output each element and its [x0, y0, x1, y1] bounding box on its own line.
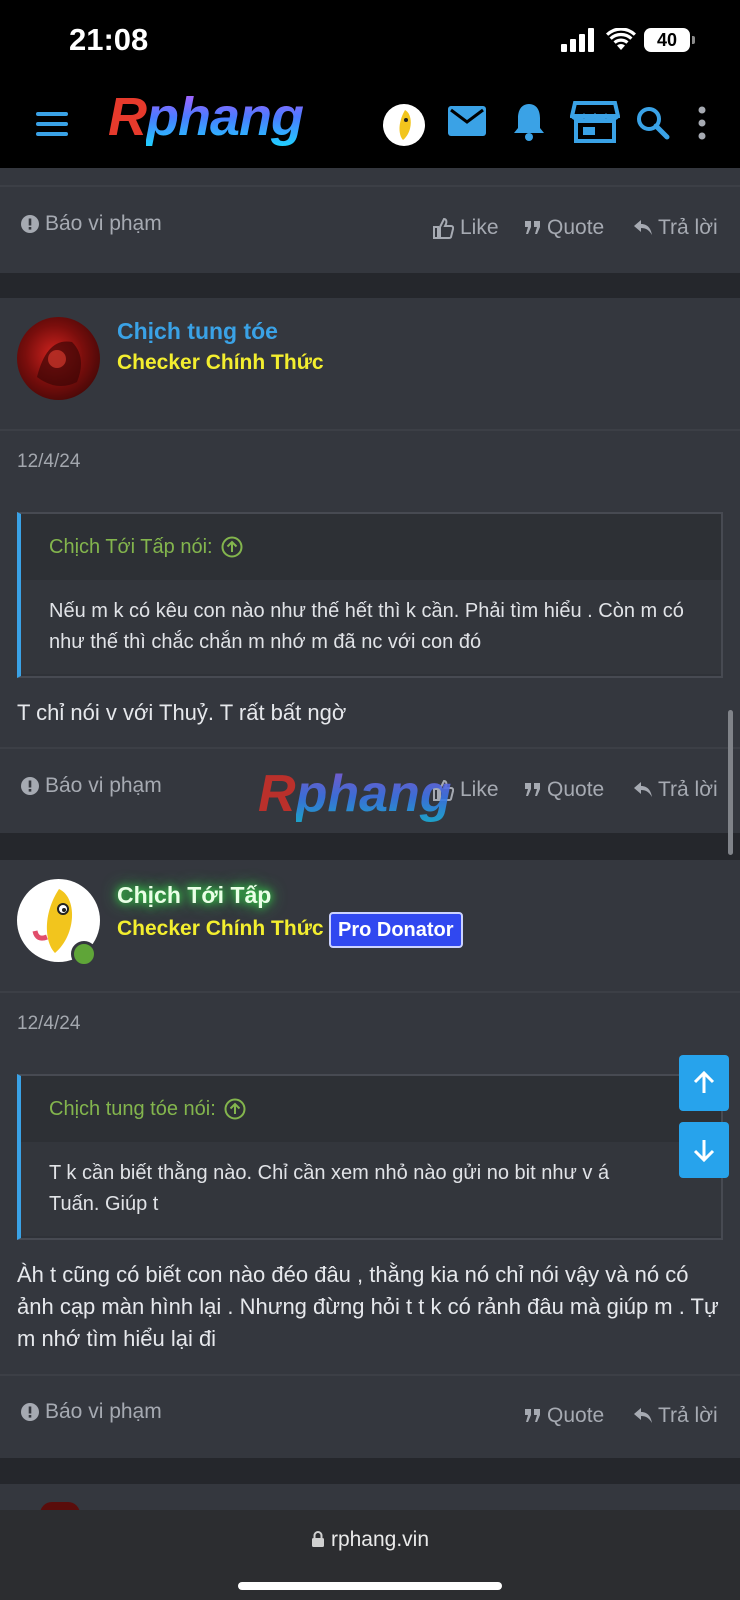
quote-label: Quote: [547, 216, 605, 239]
post-1-body: T chỉ nói v với Thuỷ. T rất bất ngờ: [17, 700, 347, 725]
post-1-quote-header[interactable]: Chịch Tới Tấp nói:: [21, 514, 721, 580]
pro-donator-badge: Pro Donator: [329, 912, 463, 948]
scroll-to-bottom-button[interactable]: [679, 1122, 729, 1178]
home-indicator[interactable]: [238, 1582, 502, 1590]
reply-label: Trả lời: [658, 216, 718, 239]
jump-to-quote-icon: [224, 1098, 246, 1120]
post-2-date[interactable]: 12/4/24: [17, 1013, 80, 1035]
divider: [0, 991, 740, 993]
watermark-logo: Rphang: [258, 765, 452, 823]
post-2-actions: Báo vi phạm Quote Trả lời: [0, 1388, 740, 1448]
post-2-body: Àh t cũng có biết con nào đéo đâu , thằn…: [17, 1262, 719, 1351]
bell-icon[interactable]: [512, 102, 546, 142]
more-options-icon[interactable]: [698, 106, 706, 140]
reply-button[interactable]: Trả lời: [634, 1404, 718, 1428]
online-status-icon: [71, 941, 97, 967]
report-button[interactable]: Báo vi phạm: [21, 774, 162, 798]
quote-icon: [525, 783, 540, 796]
report-label: Báo vi phạm: [45, 1400, 162, 1423]
quote-button[interactable]: Quote: [525, 216, 604, 240]
reply-label: Trả lời: [658, 778, 718, 801]
post-1-date[interactable]: 12/4/24: [17, 451, 80, 473]
lock-icon: [311, 1531, 324, 1547]
quote-icon: [525, 1409, 540, 1422]
post-2-quote-header[interactable]: Chịch tung tóe nói:: [21, 1076, 721, 1142]
divider: [0, 747, 740, 749]
post-actions: Báo vi phạm Like Quote Trả lời: [0, 200, 740, 260]
post-1-quote-author: Chịch Tới Tấp nói:: [49, 535, 213, 558]
post-1-user-title: Checker Chính Thức: [117, 351, 324, 374]
quote-label: Quote: [547, 778, 605, 801]
site-logo[interactable]: Rphang: [108, 90, 304, 144]
post-1-user: Chịch tung tóe Checker Chính Thức: [0, 298, 740, 430]
report-icon: [21, 777, 39, 795]
post-2-quote-author: Chịch tung tóe nói:: [49, 1097, 216, 1120]
menu-icon[interactable]: [36, 112, 68, 138]
search-icon[interactable]: [636, 106, 670, 140]
thumbs-up-icon: [433, 217, 454, 239]
post-2-user-title: Checker Chính Thức: [117, 917, 324, 940]
reply-icon: [634, 1408, 652, 1423]
post-2-username[interactable]: Chịch Tới Tấp: [117, 882, 271, 909]
store-icon[interactable]: [570, 100, 620, 144]
like-button[interactable]: Like: [432, 216, 499, 240]
battery-indicator: 40: [644, 28, 695, 52]
reply-icon: [634, 220, 652, 235]
arrow-up-icon: [693, 1070, 715, 1093]
report-label: Báo vi phạm: [45, 774, 162, 797]
signal-icon: [561, 28, 595, 52]
post-2-user: Chịch Tới Tấp Checker Chính Thức Pro Don…: [0, 860, 740, 992]
reply-button[interactable]: Trả lời: [634, 216, 718, 240]
url-text: rphang.vin: [330, 1528, 430, 1551]
browser-bottom-bar: rphang.vin: [0, 1510, 740, 1600]
divider: [0, 185, 740, 187]
reply-icon: [634, 782, 652, 797]
reply-button[interactable]: Trả lời: [634, 778, 718, 802]
status-time: 21:08: [69, 22, 149, 57]
post-1-avatar[interactable]: [17, 317, 100, 400]
page-scrollbar[interactable]: [728, 710, 733, 855]
user-avatar[interactable]: [383, 104, 425, 146]
mail-icon[interactable]: [448, 106, 486, 136]
site-header: Rphang: [0, 82, 740, 168]
like-label: Like: [460, 216, 499, 239]
post-2-quote: Chịch tung tóe nói: T k cần biết thằng n…: [17, 1074, 723, 1240]
arrow-down-icon: [693, 1140, 715, 1163]
report-icon: [21, 1403, 39, 1421]
status-bar: 21:08 40: [0, 0, 740, 82]
divider: [0, 1374, 740, 1376]
quote-label: Quote: [547, 1404, 605, 1427]
quote-button[interactable]: Quote: [525, 1404, 604, 1428]
post-1-quote-text: Nếu m k có kêu con nào như thế hết thì k…: [21, 580, 721, 674]
report-button[interactable]: Báo vi phạm: [21, 212, 162, 236]
jump-to-quote-icon: [221, 536, 243, 558]
post-1-quote: Chịch Tới Tấp nói: Nếu m k có kêu con nà…: [17, 512, 723, 678]
post-1-username[interactable]: Chịch tung tóe: [117, 318, 278, 345]
report-label: Báo vi phạm: [45, 212, 162, 235]
address-bar[interactable]: rphang.vin: [0, 1528, 740, 1552]
report-button[interactable]: Báo vi phạm: [21, 1400, 162, 1424]
scroll-to-top-button[interactable]: [679, 1055, 729, 1111]
post-2-quote-text: T k cần biết thằng nào. Chỉ cần xem nhỏ …: [21, 1142, 721, 1236]
wifi-icon: [606, 28, 636, 50]
divider: [0, 429, 740, 431]
report-icon: [21, 215, 39, 233]
like-label: Like: [460, 778, 499, 801]
quote-button[interactable]: Quote: [525, 778, 604, 802]
quote-icon: [525, 221, 540, 234]
reply-label: Trả lời: [658, 1404, 718, 1427]
